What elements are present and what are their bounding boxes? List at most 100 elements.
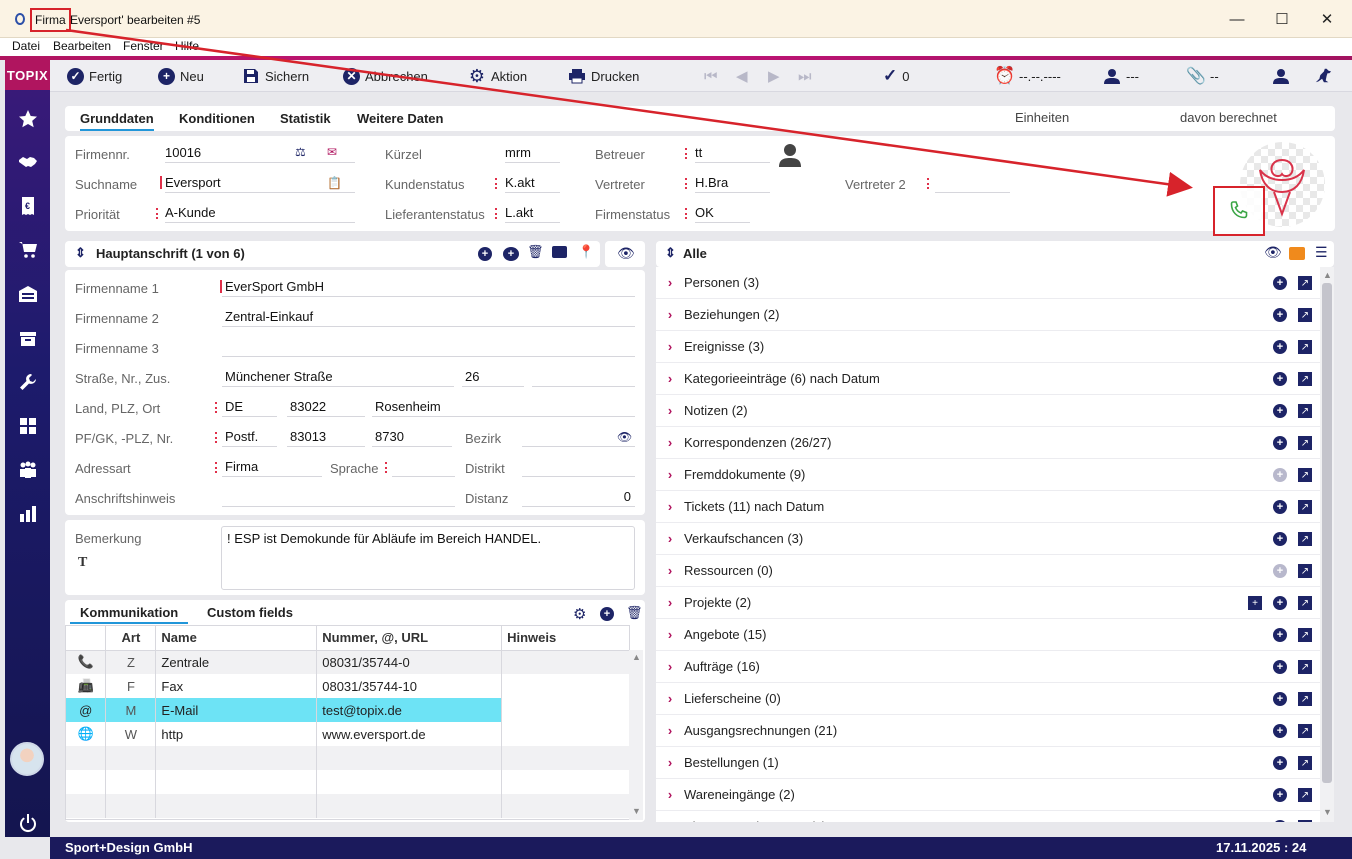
- eye-icon[interactable]: 👁: [1264, 244, 1282, 261]
- add-item-icon[interactable]: +: [1273, 756, 1287, 770]
- close-button[interactable]: ✕: [1317, 8, 1337, 30]
- user-avatar[interactable]: [10, 742, 44, 776]
- check-status-button[interactable]: ✓ 0: [883, 66, 909, 86]
- tab-konditionen[interactable]: Konditionen: [179, 111, 255, 129]
- open-external-icon[interactable]: ↗: [1298, 500, 1312, 514]
- related-item[interactable]: › Beziehungen (2) + ↗: [656, 299, 1320, 331]
- strasse-field[interactable]: Münchener Straße: [222, 367, 454, 387]
- add-item-icon[interactable]: +: [1273, 724, 1287, 738]
- add-item-icon[interactable]: +: [1273, 436, 1287, 450]
- kuerzel-field[interactable]: mrm: [505, 143, 560, 163]
- add-item-icon[interactable]: +: [1273, 308, 1287, 322]
- time-button[interactable]: ⏰ --.--.----: [994, 66, 1060, 86]
- add-item-icon[interactable]: +: [1273, 468, 1287, 482]
- col-art[interactable]: Art: [105, 626, 157, 651]
- people-icon[interactable]: [15, 457, 41, 483]
- menu-lines-icon[interactable]: ☰: [1315, 244, 1328, 261]
- chevron-right-icon[interactable]: ›: [656, 499, 684, 514]
- open-external-icon[interactable]: ↗: [1298, 660, 1312, 674]
- chevron-right-icon[interactable]: ›: [656, 723, 684, 738]
- pfplz-field[interactable]: 83013: [287, 427, 365, 447]
- hausnr-field[interactable]: 26: [462, 367, 524, 387]
- related-item[interactable]: › Tickets (11) nach Datum + ↗: [656, 491, 1320, 523]
- bemerkung-field[interactable]: ! ESP ist Demokunde für Abläufe im Berei…: [221, 526, 635, 590]
- chevron-right-icon[interactable]: ›: [656, 627, 684, 642]
- add-item-icon[interactable]: +: [1273, 532, 1287, 546]
- related-item[interactable]: › Verkaufschancen (3) + ↗: [656, 523, 1320, 555]
- aktion-button[interactable]: ⚙ Aktion: [468, 66, 527, 86]
- chevron-right-icon[interactable]: ›: [656, 467, 684, 482]
- open-external-icon[interactable]: ↗: [1298, 788, 1312, 802]
- land-field[interactable]: DE: [222, 397, 277, 417]
- chevron-right-icon[interactable]: ›: [656, 435, 684, 450]
- open-external-icon[interactable]: ↗: [1298, 724, 1312, 738]
- attachment-button[interactable]: 📎 --: [1186, 66, 1219, 86]
- person-icon[interactable]: [779, 143, 801, 170]
- related-item[interactable]: › Personen (3) + ↗: [656, 267, 1320, 299]
- eye-icon[interactable]: 👁: [617, 430, 632, 444]
- card-icon[interactable]: [552, 246, 567, 258]
- handshake-icon[interactable]: [15, 149, 41, 175]
- tab-kommunikation[interactable]: Kommunikation: [70, 605, 189, 624]
- chevron-right-icon[interactable]: ›: [656, 275, 684, 290]
- menu-hilfe[interactable]: Hilfe: [175, 39, 199, 53]
- related-item[interactable]: › Ereignisse (3) + ↗: [656, 331, 1320, 363]
- sichern-button[interactable]: Sichern: [242, 66, 309, 86]
- related-item[interactable]: › Kategorieeinträge (6) nach Datum + ↗: [656, 363, 1320, 395]
- neu-button[interactable]: + Neu: [158, 66, 204, 86]
- add-item-icon[interactable]: +: [1273, 692, 1287, 706]
- add-item-icon[interactable]: +: [1273, 660, 1287, 674]
- open-external-icon[interactable]: ↗: [1298, 692, 1312, 706]
- invoice-icon[interactable]: €: [15, 193, 41, 219]
- open-external-icon[interactable]: ↗: [1298, 820, 1312, 822]
- open-external-icon[interactable]: ↗: [1298, 596, 1312, 610]
- chevron-right-icon[interactable]: ›: [656, 403, 684, 418]
- menu-bearbeiten[interactable]: Bearbeiten: [53, 39, 111, 53]
- table-row[interactable]: 📠 F Fax 08031/35744-10: [66, 674, 629, 698]
- related-item[interactable]: › Ausgangsrechnungen (21) + ↗: [656, 715, 1320, 747]
- open-external-icon[interactable]: ↗: [1298, 564, 1312, 578]
- chevron-right-icon[interactable]: ›: [656, 595, 684, 610]
- scale-icon[interactable]: ⚖: [295, 145, 306, 159]
- phone-icon[interactable]: [1229, 200, 1249, 223]
- related-item[interactable]: › Projekte (2) + + ↗: [656, 587, 1320, 619]
- tab-custom-fields[interactable]: Custom fields: [207, 605, 293, 623]
- scroll-thumb[interactable]: [1322, 283, 1332, 783]
- add-item-icon[interactable]: +: [1273, 788, 1287, 802]
- open-external-icon[interactable]: ↗: [1298, 308, 1312, 322]
- betreuer-field[interactable]: tt: [695, 143, 770, 163]
- add-address-copy-icon[interactable]: +: [503, 247, 519, 261]
- lieferantenstatus-field[interactable]: L.akt: [505, 203, 560, 223]
- anschriftshinweis-field[interactable]: [222, 487, 455, 507]
- pf-field[interactable]: Postf.: [222, 427, 277, 447]
- add-item-icon[interactable]: +: [1273, 404, 1287, 418]
- distrikt-field[interactable]: [522, 457, 635, 477]
- text-format-icon[interactable]: T: [78, 555, 87, 571]
- add-item-icon[interactable]: +: [1273, 500, 1287, 514]
- firmenname1-field[interactable]: EverSport GmbH: [222, 277, 635, 297]
- open-external-icon[interactable]: ↗: [1298, 628, 1312, 642]
- fertig-button[interactable]: ✓ Fertig: [67, 66, 122, 86]
- sprache-field[interactable]: [392, 457, 455, 477]
- related-item[interactable]: › Fremddokumente (9) + ↗: [656, 459, 1320, 491]
- related-item[interactable]: › Korrespondenzen (26/27) + ↗: [656, 427, 1320, 459]
- open-external-icon[interactable]: ↗: [1298, 468, 1312, 482]
- add-item-icon[interactable]: +: [1273, 276, 1287, 290]
- chevron-right-icon[interactable]: ›: [656, 339, 684, 354]
- open-external-icon[interactable]: ↗: [1298, 756, 1312, 770]
- open-external-icon[interactable]: ↗: [1298, 404, 1312, 418]
- kangaroo-button[interactable]: [1314, 66, 1332, 86]
- scroll-up-icon[interactable]: ▲: [632, 652, 641, 662]
- related-item[interactable]: ›Eingangsrechnungen (0)+↗: [656, 811, 1320, 822]
- menu-fenster[interactable]: Fenster: [123, 39, 164, 53]
- related-item[interactable]: › Wareneingänge (2) + ↗: [656, 779, 1320, 811]
- last-record-icon[interactable]: ⏭: [798, 66, 812, 86]
- open-external-icon[interactable]: ↗: [1298, 276, 1312, 290]
- star-icon[interactable]: [15, 106, 41, 132]
- open-external-icon[interactable]: ↗: [1298, 372, 1312, 386]
- contact-person-button[interactable]: [1272, 66, 1290, 86]
- cart-icon[interactable]: [15, 237, 41, 263]
- add-table-icon[interactable]: +: [1248, 596, 1262, 610]
- col-hinweis[interactable]: Hinweis: [501, 626, 629, 651]
- maximize-button[interactable]: ☐: [1272, 8, 1292, 30]
